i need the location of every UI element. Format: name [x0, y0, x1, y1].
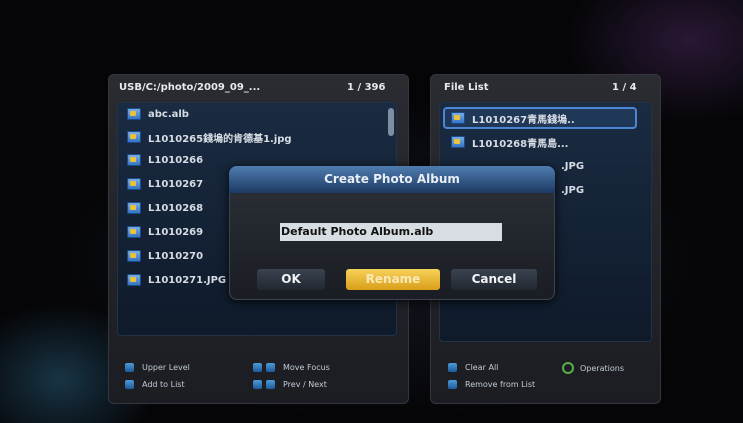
legend-move-focus: Move Focus [253, 363, 330, 372]
list-item-label: L1010266 [148, 154, 204, 166]
ok-button[interactable]: OK [257, 269, 325, 290]
legend-add-to-list: Add to List [125, 380, 185, 389]
list-item[interactable]: L1010265錢塢的肯德基1.jpg [127, 127, 292, 147]
photo-file-icon [127, 178, 141, 190]
legend-remove-from-list: Remove from List [448, 380, 535, 389]
legend-label: Move Focus [283, 363, 330, 372]
legend-clear-all: Clear All [448, 363, 498, 372]
legend-prev-next: Prev / Next [253, 380, 327, 389]
tv-screen: USB/C:/photo/2009_09_... 1 / 396 abc.alb… [0, 0, 743, 423]
file-list-item[interactable]: L1010267青馬錢塢.. [451, 108, 575, 128]
cancel-button[interactable]: Cancel [451, 269, 537, 290]
remote-key-icon [125, 363, 134, 372]
list-item-label: L1010267青馬錢塢.. [472, 114, 575, 126]
ok-ring-icon [562, 362, 574, 374]
list-item-label: L1010270 [148, 250, 204, 262]
legend-label: Prev / Next [283, 380, 327, 389]
file-list-counter: 1 / 4 [612, 82, 637, 93]
remote-key-icon [125, 380, 134, 389]
file-list-item[interactable]: .JPG [561, 156, 584, 176]
photo-file-icon [127, 202, 141, 214]
photo-file-icon [127, 274, 141, 286]
list-item[interactable]: L1010267 [127, 174, 203, 194]
legend-label: Upper Level [142, 363, 190, 372]
list-item-label: L1010268 [148, 202, 204, 214]
photo-file-icon [127, 250, 141, 262]
list-item[interactable]: L1010271.JPG [127, 270, 226, 290]
list-item[interactable]: L1010269 [127, 222, 203, 242]
left-arrow-key-icon [253, 363, 262, 372]
remote-key-icon [448, 380, 457, 389]
photo-file-icon [127, 154, 141, 166]
list-item-label: .JPG [561, 160, 585, 172]
list-item[interactable]: abc.alb [127, 104, 189, 124]
list-item-label: L1010268青馬島... [472, 138, 569, 150]
photo-file-icon [127, 226, 141, 238]
list-item-label: L1010269 [148, 226, 204, 238]
file-list-item[interactable]: .JPG [561, 180, 584, 200]
legend-upper-level: Upper Level [125, 363, 190, 372]
remote-key-icon [448, 363, 457, 372]
legend-label: Remove from List [465, 380, 536, 389]
legend-label: Operations [580, 363, 624, 373]
prev-key-icon [253, 380, 262, 389]
rename-button[interactable]: Rename [346, 269, 440, 290]
path-label: USB/C:/photo/2009_09_... [119, 82, 261, 93]
next-key-icon [266, 380, 275, 389]
file-list-title: File List [444, 82, 489, 93]
legend-label: Clear All [465, 363, 499, 372]
list-item-label: abc.alb [148, 108, 189, 120]
list-item-label: .JPG [561, 184, 585, 196]
scrollbar[interactable] [388, 108, 394, 136]
album-name-field[interactable]: Default Photo Album.alb [280, 223, 502, 241]
photo-file-icon [451, 136, 465, 148]
right-arrow-key-icon [266, 363, 275, 372]
legend-label: Add to List [142, 380, 185, 389]
list-item[interactable]: L1010268 [127, 198, 203, 218]
photo-file-icon [451, 112, 465, 124]
photo-folder-icon [127, 108, 141, 120]
list-item[interactable]: L1010266 [127, 150, 203, 170]
item-counter: 1 / 396 [347, 82, 386, 93]
create-photo-album-dialog: Create Photo Album Default Photo Album.a… [229, 166, 555, 300]
legend-operations: Operations [562, 362, 624, 374]
list-item[interactable]: L1010270 [127, 246, 203, 266]
list-item-label: L1010267 [148, 178, 204, 190]
file-list-item[interactable]: L1010268青馬島... [451, 132, 568, 152]
list-item-label: L1010271.JPG [148, 274, 227, 286]
dialog-title: Create Photo Album [229, 166, 555, 193]
photo-file-icon [127, 131, 141, 143]
list-item-label: L1010265錢塢的肯德基1.jpg [148, 133, 292, 145]
